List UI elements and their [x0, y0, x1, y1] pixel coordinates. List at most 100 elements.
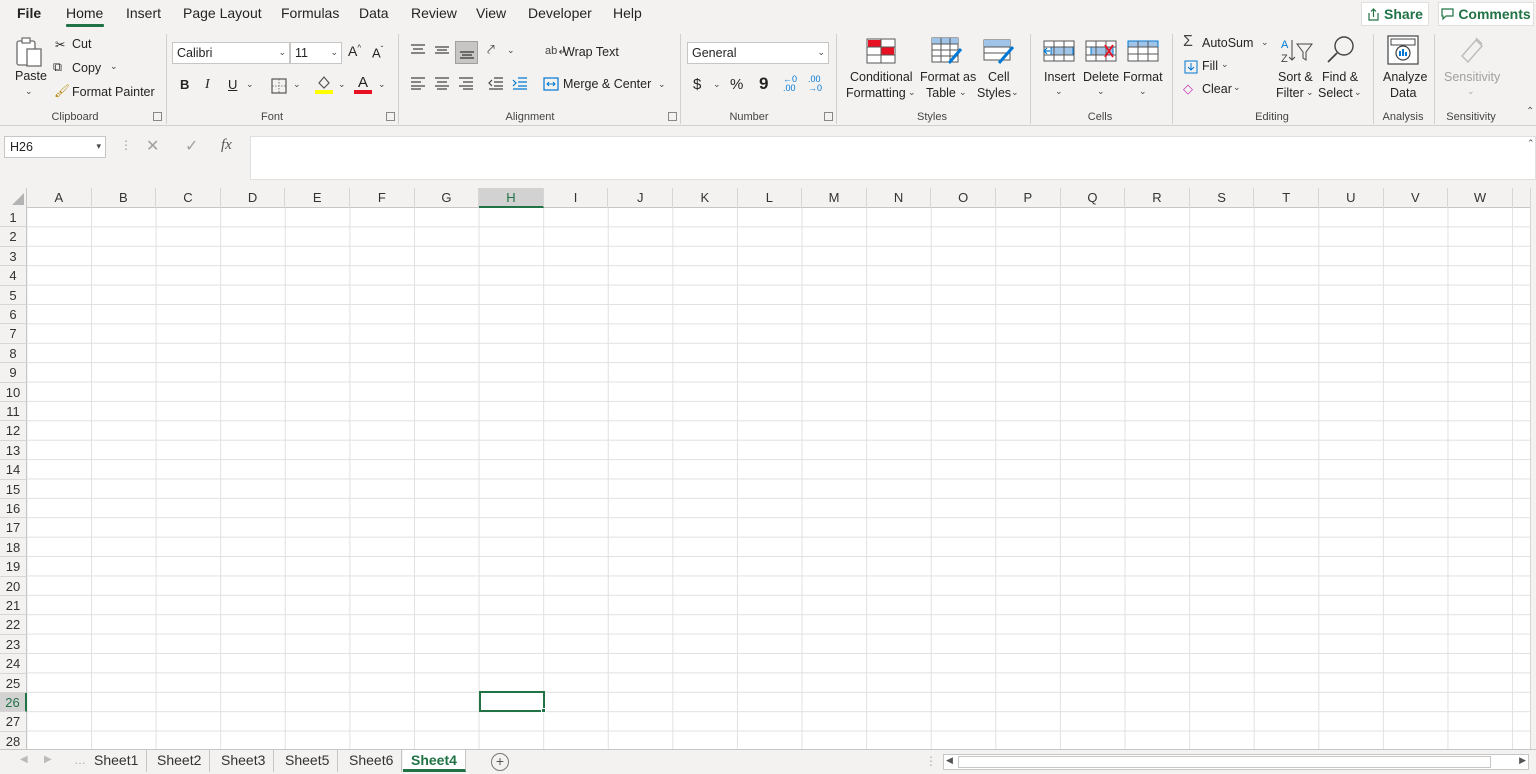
column-header[interactable]: N [867, 188, 932, 208]
delete-cells-label[interactable]: Delete [1083, 70, 1119, 84]
fill-color-dropdown-icon[interactable]: ⌄ [338, 79, 346, 90]
format-dropdown-icon[interactable]: ⌄ [1139, 86, 1147, 97]
increase-indent-icon[interactable] [511, 75, 529, 91]
tab-formulas[interactable]: Formulas [281, 5, 339, 21]
select-all-button[interactable] [0, 188, 27, 208]
column-header[interactable]: F [350, 188, 415, 208]
row-header[interactable]: 24 [0, 654, 27, 674]
row-header[interactable]: 10 [0, 382, 27, 402]
format-painter-button[interactable]: Format Painter [72, 85, 155, 99]
fill-color-icon[interactable] [314, 73, 334, 95]
currency-button[interactable]: $ [693, 76, 701, 93]
column-header[interactable]: I [544, 188, 609, 208]
row-header[interactable]: 22 [0, 615, 27, 635]
borders-dropdown-icon[interactable]: ⌄ [293, 79, 301, 90]
format-cells-label[interactable]: Format [1123, 70, 1163, 84]
scroll-right-icon[interactable]: ▶ [1519, 755, 1526, 766]
share-button[interactable]: Share [1361, 2, 1429, 26]
scroll-left-icon[interactable]: ◀ [946, 755, 953, 766]
tab-help[interactable]: Help [613, 5, 642, 21]
comma-button[interactable]: 9 [759, 74, 768, 94]
sheet-tab[interactable]: Sheet3 [213, 750, 275, 772]
tab-insert[interactable]: Insert [126, 5, 161, 21]
find-dropdown-icon[interactable]: ⌄ [1354, 87, 1362, 98]
tab-view[interactable]: View [476, 5, 506, 21]
copy-dropdown-icon[interactable]: ⌄ [110, 61, 118, 72]
shrink-font-button[interactable]: Aˇ [372, 45, 383, 60]
align-center-icon[interactable] [433, 75, 451, 91]
sort-dropdown-icon[interactable]: ⌄ [1306, 87, 1314, 98]
cell-label[interactable]: Cell [988, 70, 1010, 84]
sheet-tab[interactable]: Sheet2 [149, 750, 211, 772]
fill-dropdown-icon[interactable]: ⌄ [1221, 59, 1229, 70]
column-header[interactable]: Q [1061, 188, 1126, 208]
cell-styles-label[interactable]: Styles [977, 86, 1011, 100]
tab-data[interactable]: Data [359, 5, 389, 21]
column-header[interactable]: S [1190, 188, 1255, 208]
row-header[interactable]: 2 [0, 227, 27, 247]
row-header[interactable]: 17 [0, 518, 27, 538]
decrease-indent-icon[interactable] [487, 75, 505, 91]
name-box[interactable]: H26 ▾ [4, 136, 106, 158]
format-cells-icon[interactable] [1127, 37, 1159, 65]
paste-label[interactable]: Paste [15, 69, 47, 83]
row-header[interactable]: 23 [0, 634, 27, 655]
font-size-select[interactable]: 11 ⌄ [290, 42, 342, 64]
tab-review[interactable]: Review [411, 5, 457, 21]
cell-styles-icon[interactable] [983, 37, 1015, 65]
analyze-label[interactable]: Analyze [1383, 70, 1427, 84]
conditional-formatting-icon[interactable] [866, 37, 896, 65]
find-label[interactable]: Find & [1322, 70, 1358, 84]
horizontal-scrollbar[interactable]: ◀ ▶ [943, 754, 1529, 770]
row-header[interactable]: 11 [0, 402, 27, 422]
row-header[interactable]: 1 [0, 208, 27, 228]
column-header[interactable]: G [415, 188, 480, 208]
row-header[interactable]: 25 [0, 673, 27, 693]
delete-dropdown-icon[interactable]: ⌄ [1097, 86, 1105, 97]
find-select-icon[interactable] [1325, 34, 1357, 66]
column-header[interactable]: J [608, 188, 673, 208]
format-as-table-icon[interactable] [931, 37, 963, 65]
number-format-select[interactable]: General ⌄ [687, 42, 829, 64]
paste-icon[interactable] [14, 36, 44, 68]
clear-dropdown-icon[interactable]: ⌄ [1233, 82, 1241, 93]
column-header[interactable]: L [738, 188, 803, 208]
decrease-decimal-icon[interactable]: .00 →0 [808, 75, 822, 93]
worksheet-grid[interactable]: ABCDEFGHIJKLMNOPQRSTUVW 1 2 3 4 5 6 7 8 9 10 11 12 1… [0, 188, 1530, 749]
autosum-button[interactable]: AutoSum [1202, 36, 1253, 50]
vertical-scrollbar[interactable] [1530, 188, 1536, 749]
sheet-tab[interactable]: Sheet1 [86, 750, 148, 772]
underline-button[interactable]: U [228, 77, 237, 92]
cancel-icon[interactable]: ✕ [146, 136, 159, 156]
enter-check-icon[interactable]: ✓ [185, 136, 198, 156]
column-header[interactable]: V [1384, 188, 1449, 208]
conditional-label[interactable]: Conditional [850, 70, 913, 84]
autosum-dropdown-icon[interactable]: ⌄ [1261, 37, 1269, 48]
column-header[interactable]: H [479, 188, 544, 208]
column-header[interactable]: B [92, 188, 157, 208]
tab-developer[interactable]: Developer [528, 5, 592, 21]
row-header[interactable]: 8 [0, 343, 27, 364]
column-header[interactable]: C [156, 188, 221, 208]
cut-button[interactable]: Cut [72, 37, 91, 51]
number-launcher-icon[interactable] [824, 112, 833, 121]
fill-button[interactable]: Fill [1202, 59, 1218, 73]
formula-input[interactable] [250, 136, 1536, 180]
tab-home[interactable]: Home [66, 5, 103, 21]
analyze-data-label[interactable]: Data [1390, 86, 1416, 100]
clear-button[interactable]: Clear [1202, 82, 1232, 96]
insert-dropdown-icon[interactable]: ⌄ [1055, 86, 1063, 97]
row-header[interactable]: 21 [0, 596, 27, 616]
filter-label[interactable]: Filter [1276, 86, 1304, 100]
align-right-icon[interactable] [457, 75, 475, 91]
column-header[interactable]: E [285, 188, 350, 208]
delete-cells-icon[interactable] [1085, 37, 1117, 65]
sheet-tab[interactable]: Sheet4 [403, 750, 466, 772]
column-header[interactable]: M [802, 188, 867, 208]
column-header[interactable]: D [221, 188, 286, 208]
copy-button[interactable]: Copy [72, 61, 101, 75]
insert-cells-icon[interactable] [1043, 37, 1075, 65]
merge-dropdown-icon[interactable]: ⌄ [658, 79, 666, 90]
column-header[interactable]: A [27, 188, 92, 208]
sensitivity-button[interactable]: Sensitivity [1444, 70, 1500, 84]
